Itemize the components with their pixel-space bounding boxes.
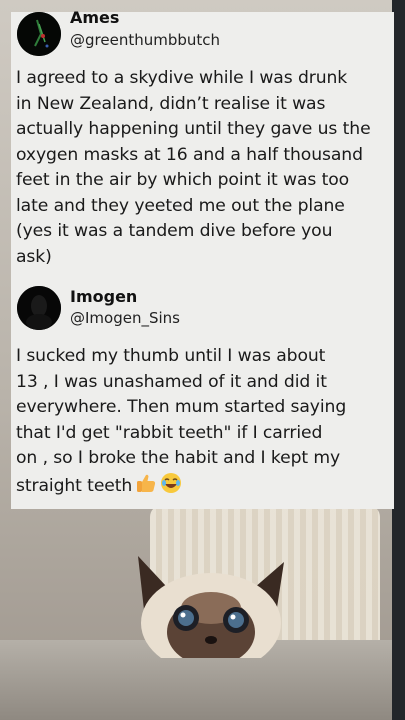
siamese-cat-image bbox=[138, 556, 284, 658]
thumbs-up-icon bbox=[135, 472, 157, 503]
avatar[interactable] bbox=[17, 12, 61, 56]
tweet-card-imogen[interactable]: Imogen @Imogen_Sins I sucked my thumb un… bbox=[11, 283, 394, 509]
laughing-icon bbox=[160, 472, 182, 503]
display-name[interactable]: Ames bbox=[70, 8, 119, 27]
display-name[interactable]: Imogen bbox=[70, 287, 137, 306]
tweet-text: I sucked my thumb until I was about 13 ,… bbox=[16, 344, 392, 502]
tweet-card-ames[interactable]: Ames @greenthumbbutch I agreed to a skyd… bbox=[11, 8, 394, 287]
user-handle[interactable]: @greenthumbbutch bbox=[70, 31, 220, 49]
avatar[interactable] bbox=[17, 286, 61, 330]
avatar-image bbox=[17, 12, 61, 56]
user-handle[interactable]: @Imogen_Sins bbox=[70, 309, 180, 327]
avatar-image bbox=[17, 286, 61, 330]
tweet-text: I agreed to a skydive while I was drunk … bbox=[16, 68, 371, 267]
